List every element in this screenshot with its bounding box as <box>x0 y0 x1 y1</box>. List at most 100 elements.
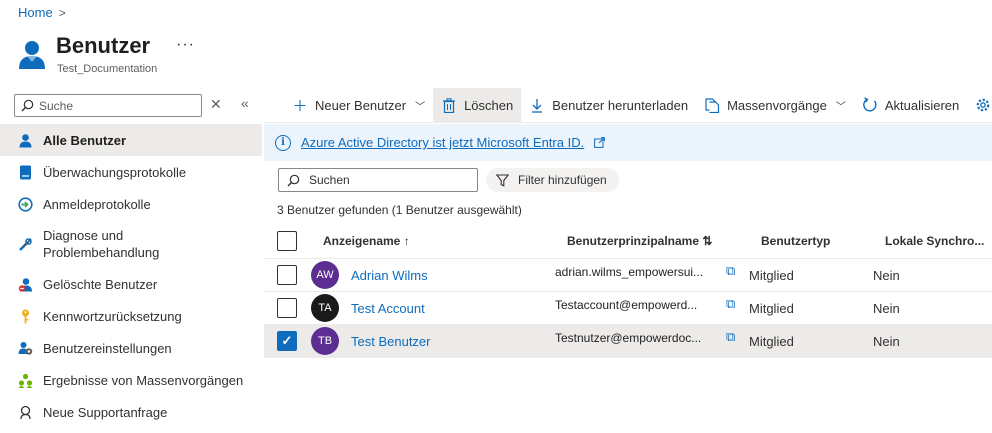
sidebar-item-label: Neue Supportanfrage <box>43 404 168 420</box>
sidebar-item-label: Kennwortzurücksetzung <box>43 308 182 324</box>
sidebar-item-geloeschte-benutzer[interactable]: Gelöschte Benutzer <box>0 268 262 300</box>
sidebar-item-benutzereinstellungen[interactable]: Benutzereinstellungen <box>0 332 262 364</box>
upn-cell: Testaccount@empowerd... <box>555 298 698 312</box>
external-link-icon[interactable] <box>594 137 606 148</box>
settings-button[interactable] <box>967 88 991 122</box>
sync-cell: Nein <box>873 333 900 349</box>
users-table: Anzeigename ↑ Benutzerprinzipalname ⇅ Be… <box>264 224 992 358</box>
sidebar-item-ueberwachungsprotokolle[interactable]: Überwachungsprotokolle <box>0 156 262 188</box>
copy-icon[interactable]: ⧉ <box>726 259 735 291</box>
delete-label: Löschen <box>464 97 514 113</box>
upn-cell: Testnutzer@empowerdoc... <box>555 331 702 345</box>
copy-icon[interactable]: ⧉ <box>726 325 735 357</box>
sign-in-icon <box>18 196 33 212</box>
bulk-operations-icon <box>705 97 720 113</box>
table-row[interactable]: ✓ TB Test Benutzer Testnutzer@empowerdoc… <box>264 325 992 358</box>
clear-search-icon[interactable]: ✕ <box>210 96 222 113</box>
download-users-label: Benutzer herunterladen <box>552 97 689 113</box>
column-header-sync[interactable]: Lokale Synchro... <box>885 224 984 258</box>
sidebar-nav: Alle Benutzer Überwachungsprotokolle Anm… <box>0 124 262 428</box>
sidebar-item-label: Ergebnisse von Massenvorgängen <box>43 372 244 388</box>
plus-icon: ＋ <box>292 97 308 115</box>
row-checkbox[interactable]: ✓ <box>277 331 297 351</box>
deleted-user-icon <box>18 277 32 292</box>
gear-icon <box>976 98 990 112</box>
sync-cell: Nein <box>873 300 900 316</box>
result-count: 3 Benutzer gefunden (1 Benutzer ausgewäh… <box>277 203 522 217</box>
command-bar: ＋ Neuer Benutzer ﹀ Löschen Benutzer heru… <box>284 88 991 122</box>
avatar: TB <box>311 327 339 355</box>
breadcrumb-home-link[interactable]: Home <box>18 5 53 20</box>
row-checkbox[interactable] <box>277 298 297 318</box>
key-icon <box>22 309 29 323</box>
search-icon <box>287 174 300 186</box>
sidebar-item-label: Alle Benutzer <box>43 132 127 148</box>
sync-cell: Nein <box>873 267 900 283</box>
users-icon <box>19 41 45 69</box>
select-all-checkbox[interactable] <box>277 231 297 251</box>
breadcrumb: Home > <box>18 5 66 20</box>
download-users-button[interactable]: Benutzer herunterladen <box>521 88 696 122</box>
chevron-down-icon: ﹀ <box>835 101 846 113</box>
column-header-display-name[interactable]: Anzeigename ↑ <box>323 224 410 258</box>
bulk-results-icon <box>18 373 33 388</box>
sidebar-search-input[interactable] <box>39 98 189 113</box>
upn-cell: adrian.wilms_empowersui... <box>555 265 704 279</box>
new-user-button[interactable]: ＋ Neuer Benutzer ﹀ <box>284 88 433 122</box>
sidebar-item-neue-supportanfrage[interactable]: Neue Supportanfrage <box>0 396 262 428</box>
user-name-link[interactable]: Test Benutzer <box>351 325 431 357</box>
sidebar-item-massenvorgaenge[interactable]: Ergebnisse von Massenvorgängen <box>0 364 262 396</box>
table-row[interactable]: AW Adrian Wilms adrian.wilms_empowersui.… <box>264 259 992 292</box>
trash-icon <box>443 97 456 113</box>
audit-log-icon <box>20 165 31 179</box>
user-search-box <box>278 168 478 192</box>
toolbar-divider <box>264 122 992 123</box>
bulk-operations-label: Massenvorgänge <box>727 97 827 113</box>
collapse-sidebar-icon[interactable]: « <box>241 95 249 111</box>
user-name-link[interactable]: Adrian Wilms <box>351 259 428 291</box>
sidebar-item-kennwortzuruecksetzung[interactable]: Kennwortzurücksetzung <box>0 300 262 332</box>
sidebar-item-diagnose[interactable]: Diagnose und Problembehandlung <box>0 220 262 268</box>
avatar: TA <box>311 294 339 322</box>
row-checkbox[interactable] <box>277 265 297 285</box>
refresh-button[interactable]: Aktualisieren <box>854 88 967 122</box>
more-options-button[interactable]: ··· <box>176 36 195 54</box>
filter-icon <box>496 173 509 187</box>
sidebar-item-label: Gelöschte Benutzer <box>43 276 158 292</box>
delete-button[interactable]: Löschen <box>433 88 522 122</box>
select-all-cell <box>277 224 297 258</box>
breadcrumb-separator: > <box>58 5 66 20</box>
download-icon <box>532 98 543 113</box>
user-type-cell: Mitglied <box>749 333 794 349</box>
info-icon: i <box>275 134 291 151</box>
sidebar-item-label: Überwachungsprotokolle <box>43 164 187 180</box>
column-header-upn[interactable]: Benutzerprinzipalname ⇅ <box>567 224 712 258</box>
user-settings-icon <box>18 341 33 355</box>
search-icon <box>21 99 34 112</box>
table-header-row: Anzeigename ↑ Benutzerprinzipalname ⇅ Be… <box>264 224 992 259</box>
bulk-operations-button[interactable]: Massenvorgänge ﹀ <box>696 88 854 122</box>
add-filter-label: Filter hinzufügen <box>518 173 607 187</box>
user-type-cell: Mitglied <box>749 267 794 283</box>
wrench-icon <box>19 237 32 251</box>
add-filter-button[interactable]: Filter hinzufügen <box>486 168 619 192</box>
column-header-user-type[interactable]: Benutzertyp <box>761 224 830 258</box>
table-row[interactable]: TA Test Account Testaccount@empowerd... … <box>264 292 992 325</box>
copy-icon[interactable]: ⧉ <box>726 292 735 324</box>
user-icon <box>19 133 32 147</box>
refresh-icon <box>863 97 877 112</box>
avatar: AW <box>311 261 339 289</box>
sidebar-item-alle-benutzer[interactable]: Alle Benutzer <box>0 124 262 156</box>
sidebar-item-label: Benutzereinstellungen <box>43 340 172 356</box>
chevron-down-icon: ﹀ <box>415 101 426 113</box>
new-user-label: Neuer Benutzer <box>315 97 407 113</box>
sidebar-item-anmeldeprotokolle[interactable]: Anmeldeprotokolle <box>0 188 262 220</box>
user-name-link[interactable]: Test Account <box>351 292 425 324</box>
user-type-cell: Mitglied <box>749 300 794 316</box>
user-search-input[interactable] <box>309 173 469 187</box>
support-icon <box>20 405 31 419</box>
entra-id-link[interactable]: Azure Active Directory ist jetzt Microso… <box>301 135 584 150</box>
page-subtitle: Test_Documentation <box>57 63 158 75</box>
sidebar-search-box <box>14 94 202 117</box>
page-title: Benutzer <box>56 33 151 58</box>
